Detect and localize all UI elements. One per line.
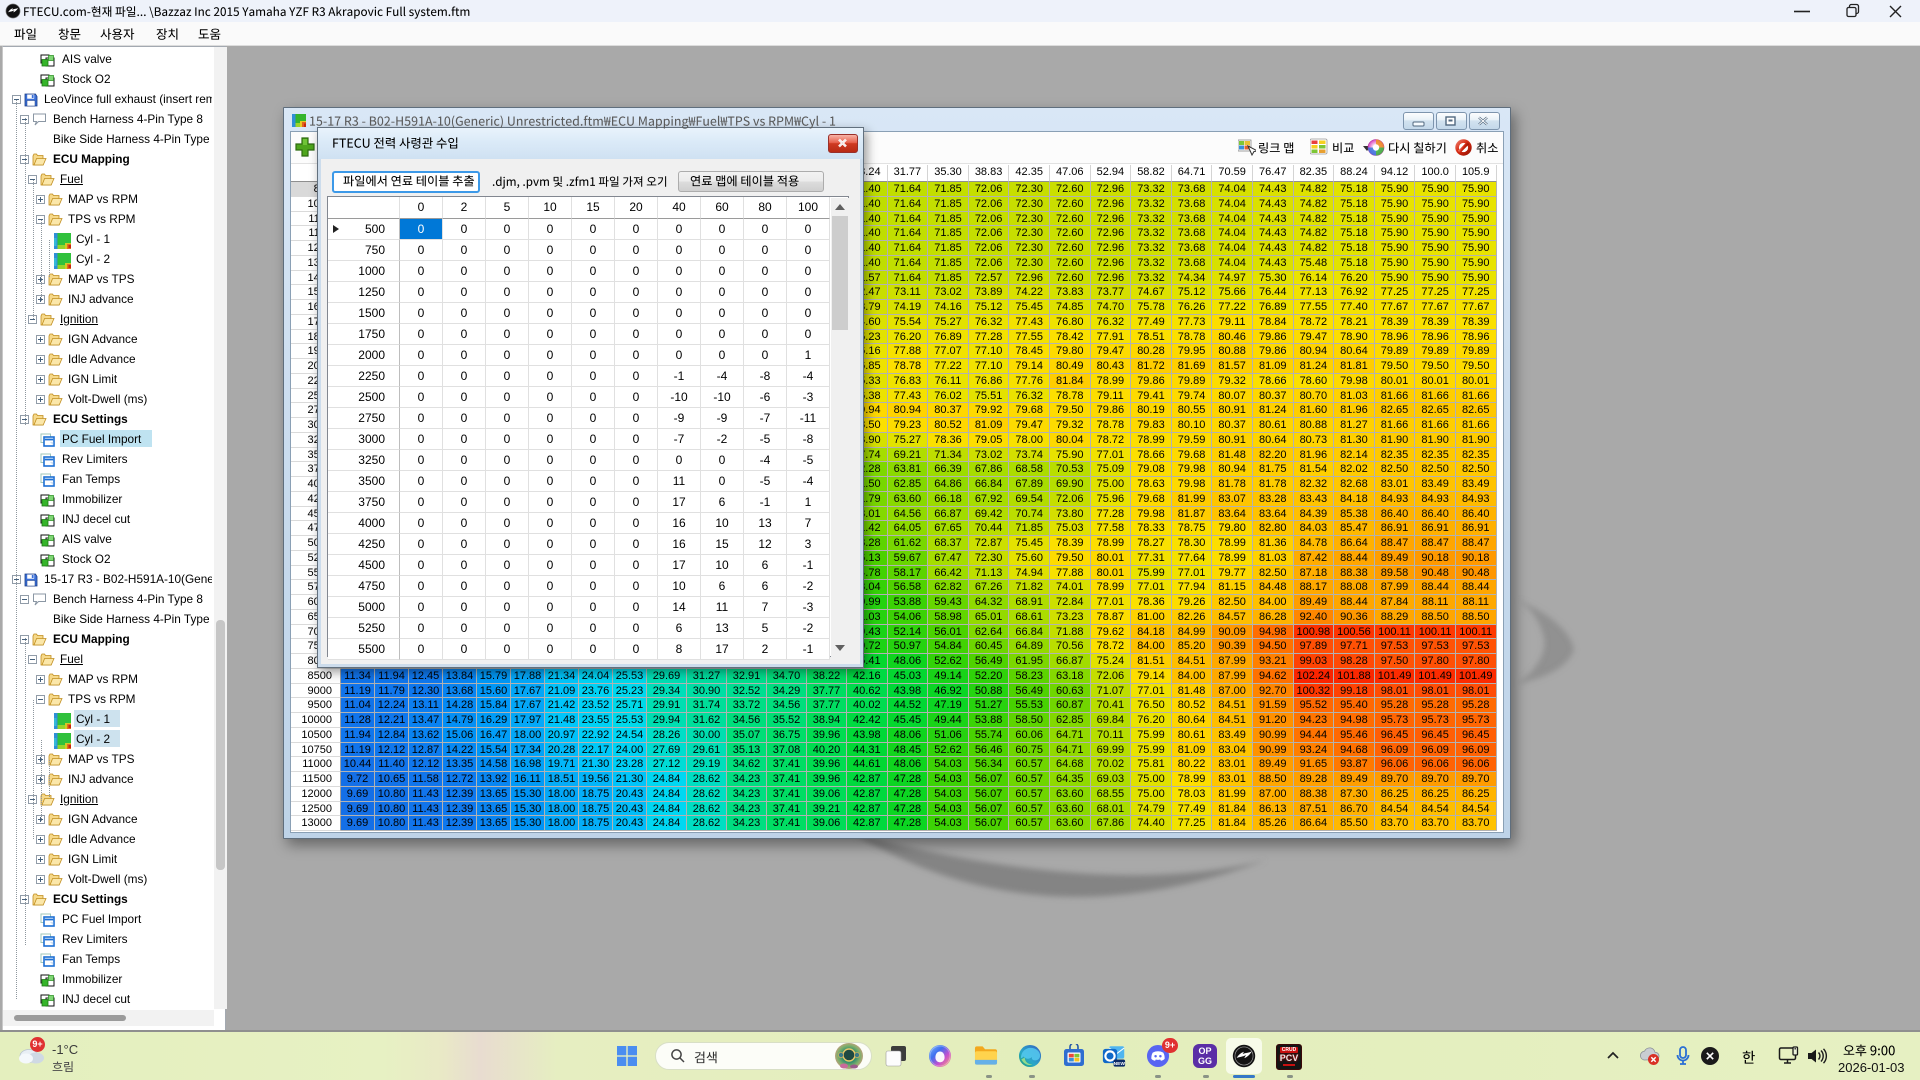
svg-text:NEW: NEW — [1114, 1061, 1126, 1067]
